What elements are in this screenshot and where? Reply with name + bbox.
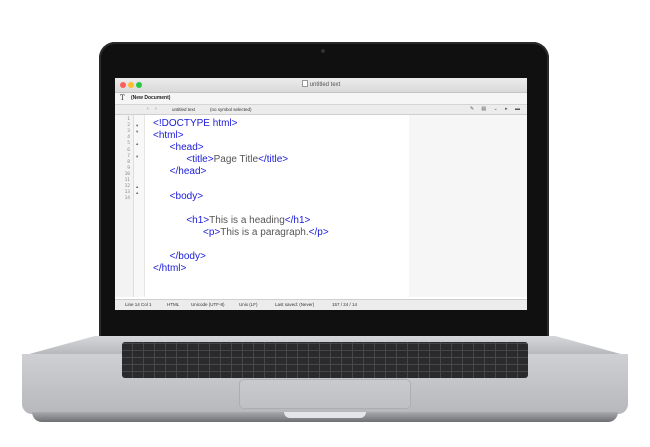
code-tag: <html> (153, 130, 184, 142)
code-tag: </h1> (284, 214, 311, 226)
cursor-position[interactable]: Line 14 Col 1 (125, 302, 152, 307)
line-number: 2 (127, 123, 130, 129)
line-number: 1 (127, 117, 130, 122)
code-text: This is a heading (209, 214, 285, 226)
code-tag: <!DOCTYPE html> (153, 118, 238, 129)
document-counts: 157 / 24 / 14 (332, 302, 358, 307)
line-number: 7 (127, 153, 130, 159)
code-tag: </p> (308, 226, 329, 238)
line-number: 3 (127, 129, 130, 135)
language-menu[interactable]: HTML (167, 302, 179, 307)
line-number: 9 (127, 165, 130, 171)
line-number: 12 (124, 184, 130, 190)
line-number: 4 (127, 135, 130, 141)
code-line: <html> (153, 130, 184, 142)
code-line: </html> (153, 263, 186, 275)
forward-arrow-icon[interactable]: › (155, 106, 157, 112)
fold-marker-icon[interactable]: ▴ (136, 184, 138, 190)
back-arrow-icon[interactable]: ‹ (147, 106, 149, 112)
line-number: 5 (127, 141, 130, 147)
code-line: <body> (153, 191, 203, 203)
code-line: <!DOCTYPE html> (153, 118, 237, 130)
code-tag: </title> (258, 154, 289, 166)
code-tag: <head> (169, 142, 204, 154)
editor-window: untitled text T (New Document) ‹ › untit… (115, 78, 527, 310)
window-title: untitled text (115, 80, 527, 88)
laptop-base (22, 336, 628, 428)
encoding-menu[interactable]: Unicode (UTF-8) (191, 302, 225, 307)
line-number: 13 (124, 190, 130, 196)
code-line: <title>Page Title</title> (153, 154, 288, 166)
document-label: (New Document) (131, 95, 171, 101)
toolbar: T (New Document) (115, 93, 527, 105)
code-text: Page Title (213, 154, 259, 166)
fold-marker-icon[interactable]: ▴ (136, 141, 138, 147)
navigation-bar: ‹ › untitled text (no symbol selected) ✎… (115, 105, 527, 115)
window-title-text: untitled text (309, 82, 341, 88)
trackpad (240, 380, 410, 408)
title-bar: untitled text (115, 78, 527, 93)
file-menu[interactable]: untitled text (172, 107, 195, 112)
code-tag: <body> (169, 190, 204, 202)
lid-notch (284, 412, 366, 418)
code-tag: </body> (169, 251, 206, 263)
fold-marker-icon[interactable]: ▾ (136, 154, 138, 160)
code-tag: <title> (186, 154, 214, 166)
line-number: 14 (124, 196, 130, 202)
code-tag: <p> (203, 226, 221, 238)
code-tag: <h1> (186, 214, 210, 226)
code-tag: </html> (153, 263, 187, 275)
editor-right-pane (409, 115, 527, 297)
code-tag: </head> (169, 166, 207, 178)
fold-column: ▾ ▾ ▴ ▾ ▴ ▴ (134, 115, 145, 297)
save-status: Last saved: (Never) (275, 302, 315, 307)
webcam (321, 49, 325, 53)
fold-marker-icon[interactable]: ▾ (136, 129, 138, 135)
fold-marker-icon[interactable]: ▾ (136, 123, 138, 129)
status-bar: Line 14 Col 1 HTML Unicode (UTF-8) Unix … (115, 299, 527, 310)
code-line: </body> (153, 251, 206, 263)
navbar-tool-icons[interactable]: ✎ ▤ ⌄ ▸ ▬ (470, 106, 523, 112)
fold-marker-icon[interactable]: ▴ (136, 190, 138, 196)
code-line: <p>This is a paragraph.</p> (153, 227, 329, 239)
keyboard (122, 342, 528, 378)
line-number-gutter: 1 2 3 4 5 6 7 8 9 10 11 12 13 14 (115, 115, 134, 297)
line-number: 10 (124, 171, 130, 177)
code-text: This is a paragraph. (220, 226, 309, 238)
code-line: </head> (153, 166, 207, 178)
text-tool-icon[interactable]: T (120, 94, 125, 102)
code-line: <h1>This is a heading</h1> (153, 215, 310, 227)
line-number: 6 (127, 147, 130, 153)
document-icon (301, 80, 308, 87)
code-line: <head> (153, 142, 204, 154)
line-number: 8 (127, 159, 130, 165)
line-endings-menu[interactable]: Unix (LF) (239, 302, 258, 307)
symbol-menu[interactable]: (no symbol selected) (210, 107, 252, 112)
line-number: 11 (124, 178, 130, 183)
